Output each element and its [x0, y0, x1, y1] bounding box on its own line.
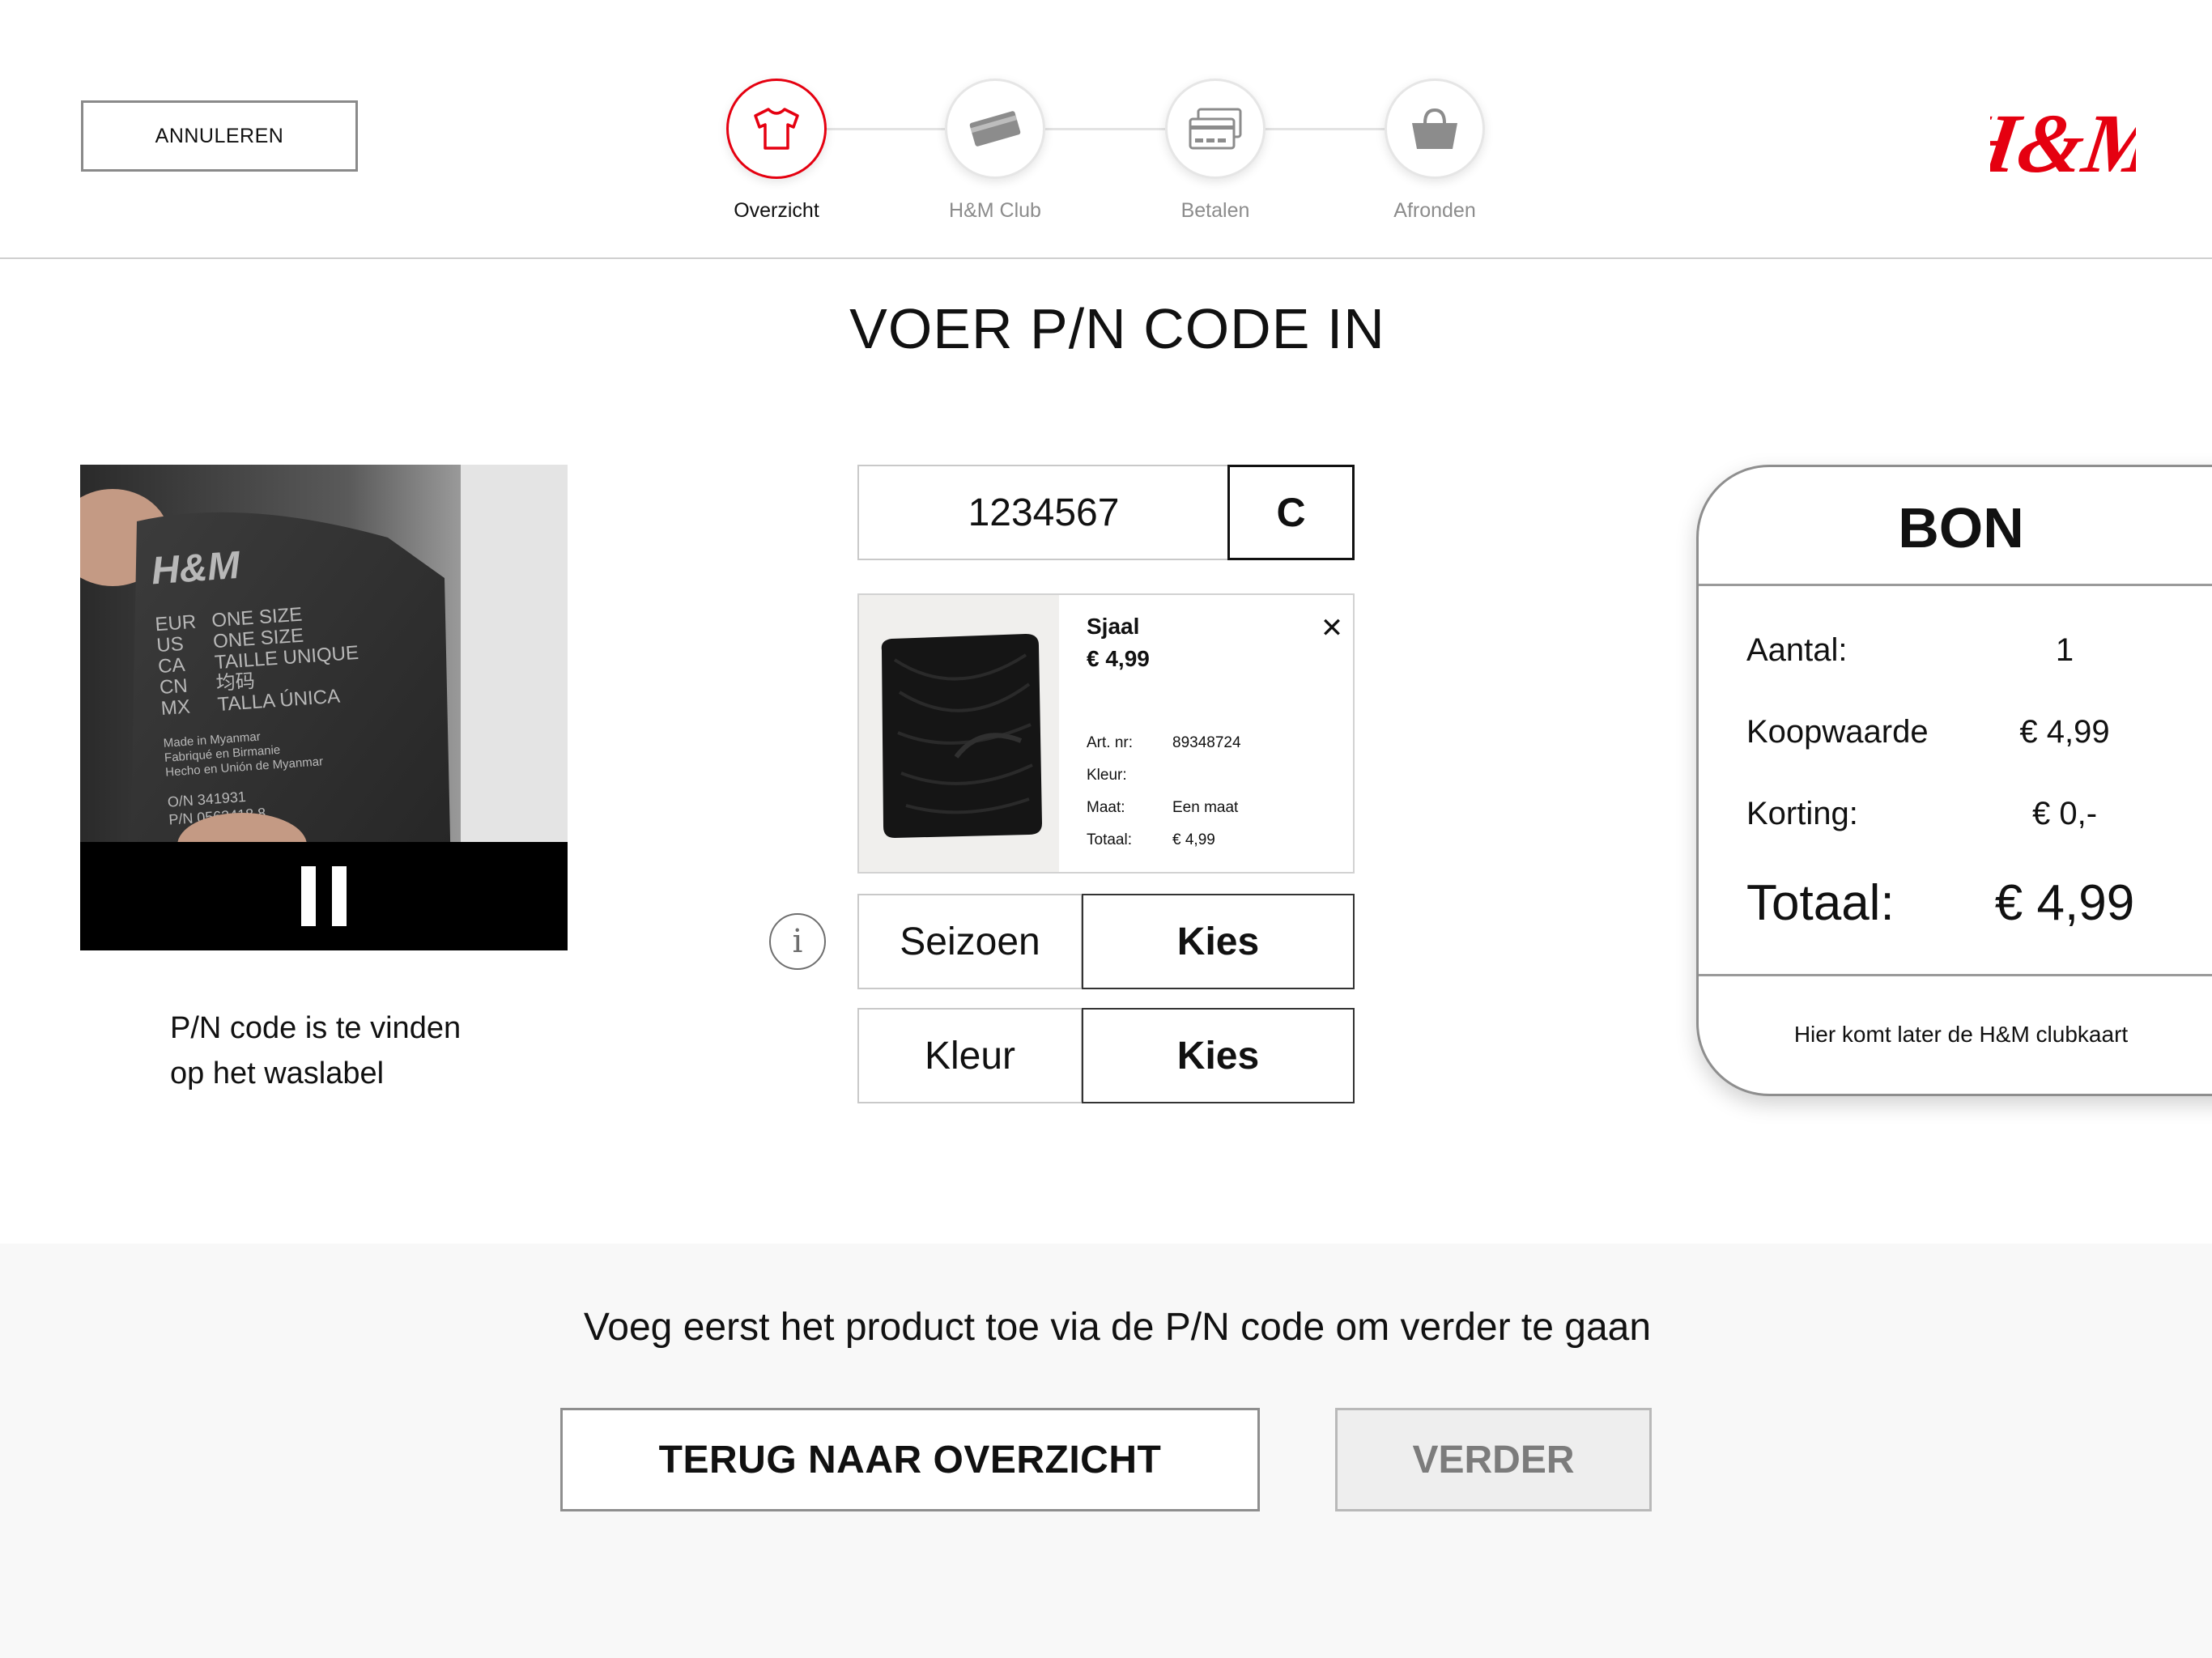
step-afronden[interactable]	[1385, 79, 1485, 179]
spec-label-kleur: Kleur:	[1087, 767, 1127, 784]
product-price: € 4,99	[1087, 646, 1150, 671]
color-label: Kleur	[857, 1008, 1083, 1103]
season-label: Seizoen	[857, 894, 1083, 989]
spec-label-totaal: Totaal:	[1087, 831, 1132, 848]
svg-text:H&M: H&M	[150, 544, 242, 593]
receipt-divider-bottom	[1699, 974, 2212, 976]
back-to-overview-button[interactable]: TERUG NAAR OVERZICHT	[560, 1408, 1260, 1511]
receipt-divider-top	[1699, 584, 2212, 586]
footer-message: Voeg eerst het product toe via de P/N co…	[583, 1306, 1652, 1349]
hint-line-1: P/N code is te vinden	[170, 1011, 462, 1045]
header-divider	[0, 257, 2212, 259]
receipt-purchase-value: € 4,99	[2019, 714, 2110, 750]
pn-code-hint: P/N code is te vinden op het waslabel	[170, 1005, 591, 1096]
brand-logo: H&M	[1990, 96, 2136, 189]
receipt-quantity-label: Aantal:	[1746, 632, 1848, 668]
receipt-title: BON	[1898, 496, 2024, 559]
step-overzicht[interactable]	[726, 79, 827, 179]
svg-text:US: US	[155, 633, 184, 657]
svg-text:CN: CN	[159, 675, 188, 699]
video-control-bar[interactable]	[80, 842, 568, 950]
spec-value-maat: Een maat	[1172, 799, 1239, 816]
tshirt-icon	[754, 108, 799, 150]
step-label-betalen: Betalen	[1180, 199, 1250, 222]
receipt-clubcard-note: Hier komt later de H&M clubkaart	[1793, 1022, 2129, 1047]
info-icon[interactable]: i	[769, 913, 826, 970]
svg-text:MX: MX	[160, 696, 191, 720]
season-choose-button[interactable]: Kies	[1082, 894, 1355, 989]
stepper-connector	[776, 128, 1435, 130]
spec-label-art-nr: Art. nr:	[1087, 734, 1134, 751]
step-label-overzicht: Overzicht	[734, 199, 819, 222]
page-title: VOER P/N CODE IN	[849, 297, 1385, 360]
receipt-discount-value: € 0,-	[2031, 796, 2098, 831]
receipt-total-label: Totaal:	[1746, 875, 1895, 931]
spec-value-art-nr: 89348724	[1172, 734, 1241, 751]
spec-value-totaal: € 4,99	[1172, 831, 1215, 848]
svg-text:CA: CA	[157, 654, 185, 678]
product-name: Sjaal	[1087, 614, 1140, 639]
svg-text:H&M: H&M	[1990, 96, 2136, 189]
product-image	[859, 595, 1059, 872]
step-label-hm-club: H&M Club	[949, 199, 1041, 222]
receipt-discount-label: Korting:	[1746, 796, 1858, 831]
receipt-total-value: € 4,99	[1994, 875, 2135, 931]
club-card-icon	[969, 111, 1021, 147]
receipt-purchase-value-label: Koopwaarde	[1746, 714, 1929, 750]
payment-cards-icon	[1189, 108, 1242, 150]
color-choose-button[interactable]: Kies	[1082, 1008, 1355, 1103]
svg-text:EUR: EUR	[155, 611, 197, 636]
next-button[interactable]: VERDER	[1335, 1408, 1652, 1511]
step-label-afronden: Afronden	[1393, 199, 1476, 222]
pause-icon[interactable]	[300, 866, 348, 926]
spec-label-maat: Maat:	[1087, 799, 1125, 816]
clear-code-button[interactable]: C	[1227, 465, 1355, 560]
receipt-quantity-value: 1	[2055, 632, 2074, 668]
cancel-button[interactable]: ANNULEREN	[81, 100, 358, 172]
hint-line-2: op het waslabel	[170, 1056, 385, 1090]
step-betalen[interactable]	[1165, 79, 1266, 179]
shopping-bag-icon	[1412, 108, 1457, 149]
close-icon[interactable]: ✕	[1318, 612, 1346, 644]
pn-code-input[interactable]: 1234567	[857, 465, 1228, 560]
step-hm-club[interactable]	[945, 79, 1045, 179]
